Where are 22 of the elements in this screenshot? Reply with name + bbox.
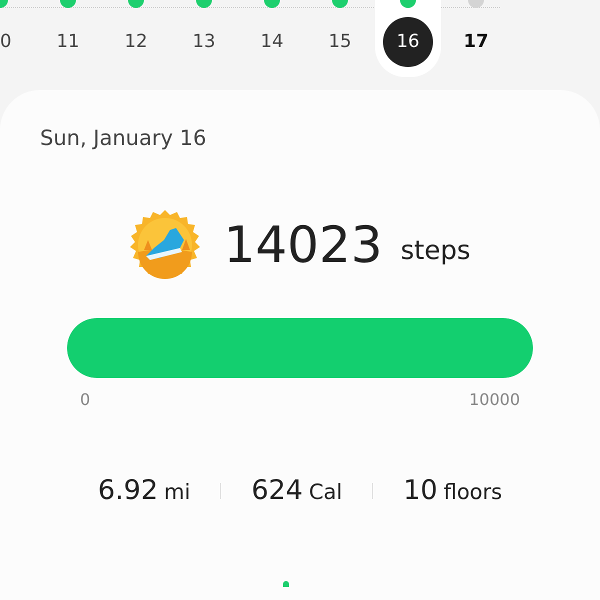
- day-tab[interactable]: 15: [328, 28, 352, 56]
- stat-unit: Cal: [308, 480, 342, 504]
- scale-max-label: 10000: [469, 390, 520, 409]
- stat-value: 10: [403, 475, 438, 506]
- day-tab[interactable]: 12: [124, 28, 148, 56]
- day-tab[interactable]: 11: [56, 28, 80, 56]
- chart-marker: [283, 581, 289, 587]
- step-count: 14023: [224, 216, 383, 274]
- selected-day-pill[interactable]: 16: [375, 0, 441, 77]
- stat-unit: floors: [444, 480, 502, 504]
- steps-unit: steps: [400, 236, 470, 266]
- day-tab[interactable]: 0: [0, 28, 12, 56]
- stat-unit: mi: [164, 480, 190, 504]
- day-tab[interactable]: 14: [260, 28, 284, 56]
- day-tab[interactable]: 13: [192, 28, 216, 56]
- day-tab[interactable]: 17: [463, 28, 489, 56]
- date-label: Sun, January 16: [39, 126, 208, 150]
- shoe-badge-icon: [130, 210, 200, 280]
- day-number-circle: 16: [383, 17, 433, 67]
- scale-min-label: 0: [80, 390, 90, 409]
- stat-value: 6.92: [98, 475, 158, 506]
- stat-value: 624: [251, 475, 303, 506]
